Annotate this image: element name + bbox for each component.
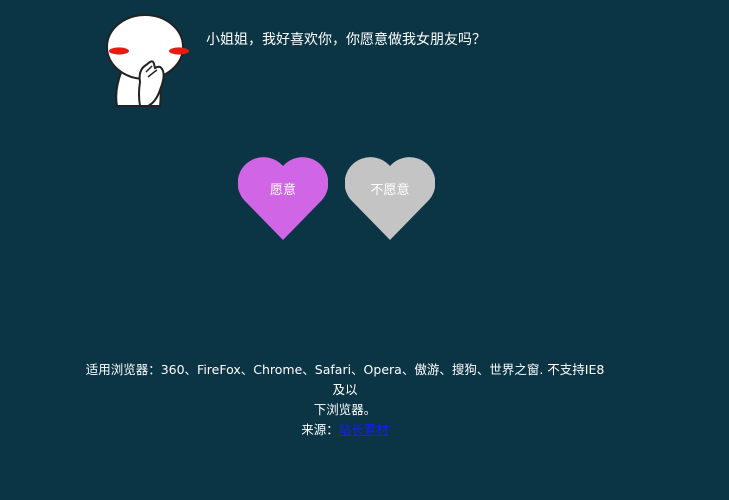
question-text: 小姐姐，我好喜欢你，你愿意做我女朋友吗？ — [206, 32, 486, 48]
source-link[interactable]: 站长素材 — [339, 422, 389, 437]
decline-button-label: 不愿意 — [370, 183, 410, 198]
footer: 适用浏览器：360、FireFox、Chrome、Safari、Opera、傲游… — [80, 360, 610, 440]
browser-compat-text: 适用浏览器：360、FireFox、Chrome、Safari、Opera、傲游… — [85, 362, 605, 397]
source-line: 来源：站长素材 — [80, 420, 610, 440]
accept-heart-button[interactable]: 愿意 — [238, 156, 328, 240]
accept-button-label: 愿意 — [269, 183, 296, 198]
shy-cartoon-face-icon — [100, 10, 196, 110]
decline-heart-button[interactable]: 不愿意 — [345, 156, 435, 240]
browser-compat-text-cont: 下浏览器。 — [313, 402, 377, 417]
source-label: 来源： — [301, 422, 339, 437]
